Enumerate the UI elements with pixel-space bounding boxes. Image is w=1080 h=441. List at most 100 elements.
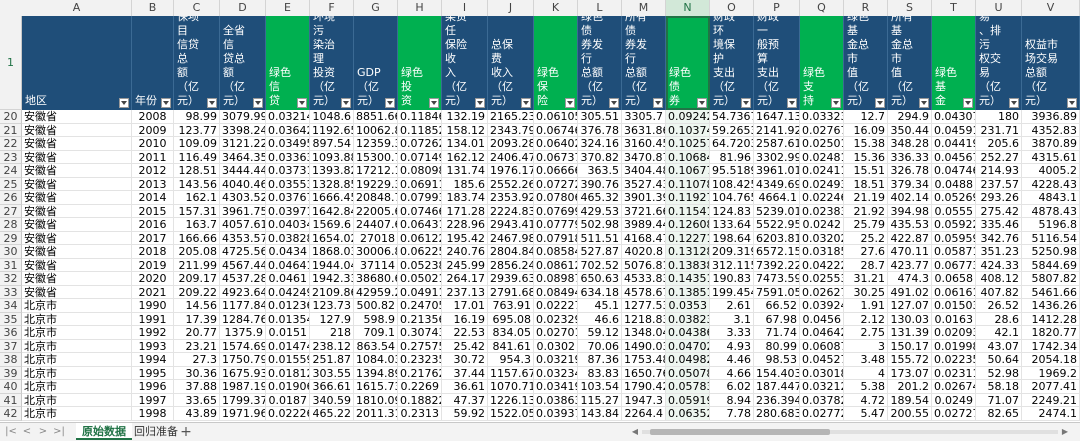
table-cell[interactable]: 199.454 [710, 285, 754, 299]
table-cell[interactable]: 123.73 [310, 299, 354, 313]
table-cell[interactable]: 42959.2 [354, 285, 398, 299]
filter-dropdown-icon[interactable] [385, 98, 395, 108]
table-cell[interactable]: 0.04591 [932, 123, 976, 137]
header-cell[interactable]: 年份 [132, 16, 174, 110]
table-cell[interactable]: 30.72 [442, 353, 488, 367]
table-cell[interactable]: 0.02246 [800, 191, 844, 205]
table-cell[interactable]: 安徽省 [22, 150, 132, 164]
table-cell[interactable]: 0.07262 [398, 137, 442, 151]
filter-dropdown-icon[interactable] [475, 98, 485, 108]
table-cell[interactable]: 0.07466 [398, 204, 442, 218]
table-cell[interactable]: 1393.82 [310, 164, 354, 178]
table-cell[interactable]: 安徽省 [22, 258, 132, 272]
table-cell[interactable]: 0.03863 [534, 393, 578, 407]
row-number[interactable]: 23 [0, 150, 22, 164]
table-cell[interactable]: 187.447 [754, 380, 800, 394]
table-cell[interactable]: 70.06 [578, 339, 622, 353]
table-cell[interactable]: 1647.13 [754, 110, 800, 124]
table-cell[interactable]: 3121.22 [220, 137, 266, 151]
table-cell[interactable]: 1650.76 [622, 366, 666, 380]
table-cell[interactable]: 58.18 [976, 380, 1022, 394]
tab-raw-data[interactable]: 原始数据 [76, 423, 132, 440]
filter-dropdown-icon[interactable] [161, 98, 171, 108]
table-cell[interactable]: 2014 [132, 191, 174, 205]
table-cell[interactable]: 0.03642 [266, 123, 310, 137]
table-cell[interactable]: 324.16 [578, 137, 622, 151]
table-cell[interactable]: 0.03363 [266, 150, 310, 164]
header-cell[interactable]: 权益市 场交易 总额 （亿 元） [1022, 16, 1080, 110]
table-cell[interactable]: 598.9 [354, 312, 398, 326]
filter-dropdown-icon[interactable] [875, 98, 885, 108]
header-cell[interactable]: 绿色投 资 [398, 16, 442, 110]
table-cell[interactable]: 33.65 [174, 393, 220, 407]
table-cell[interactable]: 15.51 [844, 164, 888, 178]
table-cell[interactable]: 133.64 [710, 218, 754, 232]
table-cell[interactable]: 763.91 [488, 299, 534, 313]
table-cell[interactable]: 15.38 [844, 137, 888, 151]
table-cell[interactable]: 1226.13 [488, 393, 534, 407]
header-cell[interactable]: 全省信 贷总额 （亿 元） [220, 16, 266, 110]
table-cell[interactable]: 173.07 [888, 366, 932, 380]
table-cell[interactable]: 0.0242 [800, 218, 844, 232]
table-cell[interactable]: 109.09 [174, 137, 220, 151]
table-cell[interactable]: 0.04911 [398, 285, 442, 299]
table-cell[interactable]: 474.3 [888, 272, 932, 286]
table-cell[interactable]: 3398.24 [220, 123, 266, 137]
table-cell[interactable]: 0.02411 [800, 164, 844, 178]
table-cell[interactable]: 251.87 [310, 353, 354, 367]
table-cell[interactable]: 0.04222 [800, 258, 844, 272]
table-cell[interactable]: 185.6 [442, 177, 488, 191]
table-cell[interactable]: 0.10677 [666, 164, 710, 178]
table-cell[interactable]: 0.03212 [800, 380, 844, 394]
table-cell[interactable]: 4020.8 [622, 245, 666, 259]
table-cell[interactable]: 264.17 [442, 272, 488, 286]
table-cell[interactable]: 1569.6 [310, 218, 354, 232]
column-letter-R[interactable]: R [844, 0, 888, 16]
table-cell[interactable]: 0.05269 [932, 191, 976, 205]
table-cell[interactable]: 4005.2 [1022, 164, 1080, 178]
table-cell[interactable]: 465.22 [310, 407, 354, 421]
table-cell[interactable]: 370.82 [578, 150, 622, 164]
table-cell[interactable]: 1994 [132, 353, 174, 367]
row-number[interactable]: 28 [0, 218, 22, 232]
table-cell[interactable]: 71.07 [976, 393, 1022, 407]
table-cell[interactable]: 511.51 [578, 231, 622, 245]
table-cell[interactable]: 2.12 [844, 312, 888, 326]
column-letter-V[interactable]: V [1022, 0, 1080, 16]
add-sheet-button[interactable]: + [178, 424, 194, 440]
table-cell[interactable]: 1574.69 [220, 339, 266, 353]
table-cell[interactable]: 0.04641 [266, 258, 310, 272]
table-cell[interactable]: 1993 [132, 339, 174, 353]
table-cell[interactable]: 124.83 [710, 204, 754, 218]
table-cell[interactable]: 163.7 [174, 218, 220, 232]
column-letter-G[interactable]: G [354, 0, 398, 16]
table-cell[interactable]: 52.98 [976, 366, 1022, 380]
filter-dropdown-icon[interactable] [787, 98, 797, 108]
table-cell[interactable]: 143.84 [578, 407, 622, 421]
table-cell[interactable]: 132.19 [442, 110, 488, 124]
table-cell[interactable]: 0.07272 [534, 177, 578, 191]
table-cell[interactable]: 236.394 [754, 393, 800, 407]
table-cell[interactable]: 209.17 [174, 272, 220, 286]
column-letter-O[interactable]: O [710, 0, 754, 16]
table-cell[interactable]: 423.77 [888, 258, 932, 272]
table-cell[interactable]: 38680.6 [354, 272, 398, 286]
table-cell[interactable]: 6572.15 [754, 245, 800, 259]
table-cell[interactable]: 0.07699 [534, 204, 578, 218]
table-cell[interactable]: 5844.69 [1022, 258, 1080, 272]
filter-dropdown-icon[interactable] [653, 98, 663, 108]
table-cell[interactable]: 4567.44 [220, 258, 266, 272]
table-cell[interactable]: 安徽省 [22, 231, 132, 245]
table-cell[interactable]: 154.403 [754, 366, 800, 380]
table-cell[interactable]: 0.04249 [266, 285, 310, 299]
column-letter-I[interactable]: I [442, 0, 488, 16]
row-number[interactable]: 26 [0, 191, 22, 205]
table-cell[interactable]: 4725.56 [220, 245, 266, 259]
header-cell[interactable]: 总保费 收入 （亿 元） [488, 16, 534, 110]
table-cell[interactable]: 0.13128 [666, 245, 710, 259]
table-cell[interactable]: 3302.99 [754, 150, 800, 164]
table-cell[interactable]: 231.71 [976, 123, 1022, 137]
table-cell[interactable]: 4.93 [710, 339, 754, 353]
table-cell[interactable]: 1868.03 [310, 245, 354, 259]
header-cell[interactable]: 绿色基 金 [932, 16, 976, 110]
